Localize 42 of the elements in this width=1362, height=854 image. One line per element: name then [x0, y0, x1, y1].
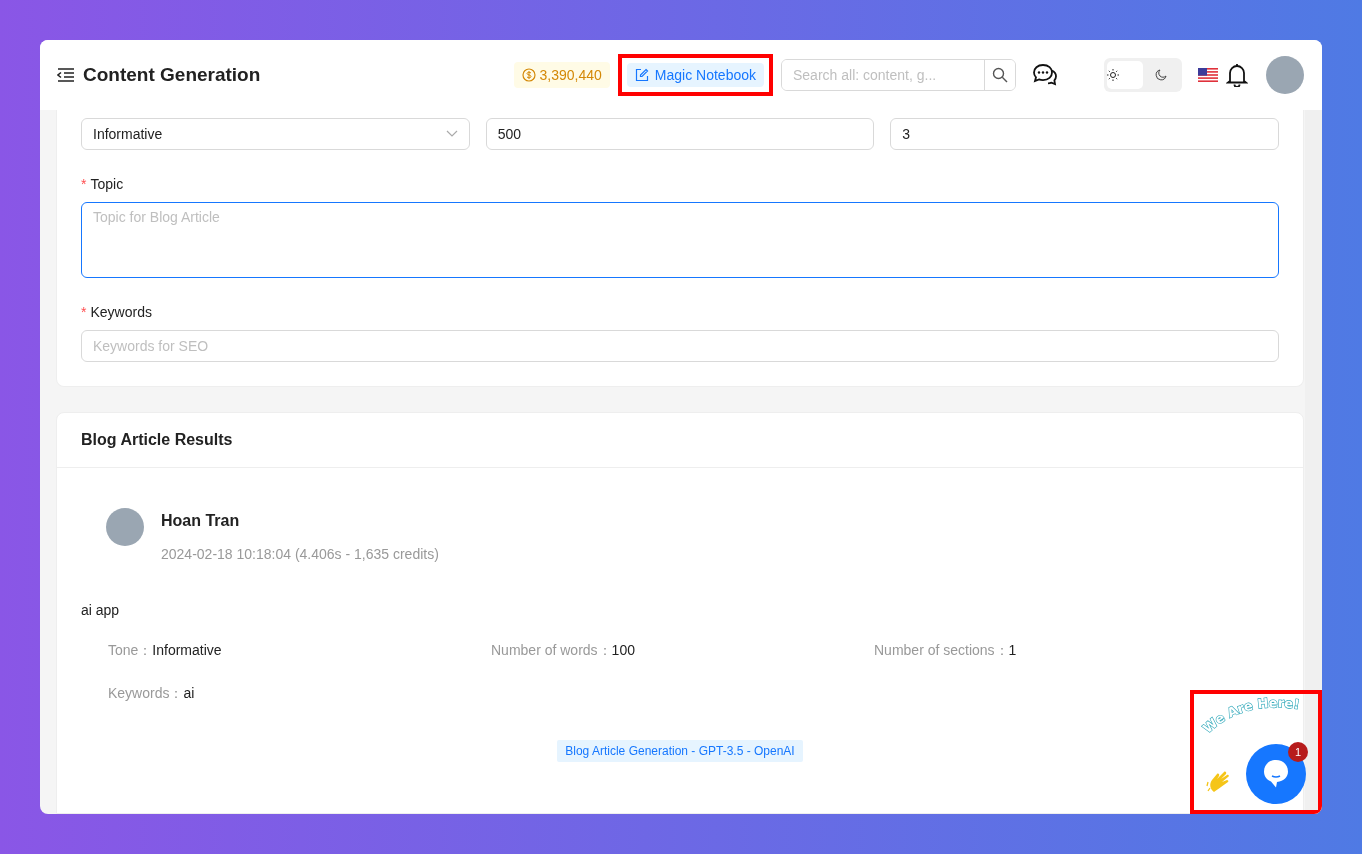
- bell-icon[interactable]: [1226, 63, 1248, 87]
- required-mark: *: [81, 304, 87, 320]
- sun-icon: [1107, 69, 1119, 81]
- detail-value: ai: [183, 685, 195, 701]
- theme-option[interactable]: [1107, 61, 1143, 89]
- credits-amount: 3,390,440: [539, 67, 602, 83]
- chevron-down-icon: [445, 130, 458, 138]
- search-field[interactable]: Search all: content, g...: [781, 59, 1016, 91]
- edit-icon: [634, 68, 649, 82]
- search-button[interactable]: [984, 60, 1015, 90]
- avatar: [106, 508, 144, 546]
- detail-value: 1: [1008, 642, 1017, 658]
- magic-notebook-button[interactable]: Magic Notebook: [626, 63, 764, 87]
- prompt-text: ai app: [81, 602, 121, 618]
- field-label: Keywords: [90, 304, 152, 320]
- curved-caption: We Are Here!: [1194, 694, 1318, 740]
- menu-fold-icon[interactable]: [57, 68, 75, 82]
- moon-icon: [1155, 69, 1167, 81]
- author-name: Hoan Tran: [161, 512, 241, 530]
- page-title: Content Generation: [83, 64, 261, 86]
- tone-select[interactable]: Informative: [81, 118, 470, 150]
- us-flag-icon: [1198, 68, 1218, 82]
- coin-icon: [521, 68, 536, 82]
- model-tag: Blog Article Generation - GPT-3.5 - OpenAI: [557, 740, 803, 762]
- detail-value: Informative: [152, 642, 222, 658]
- topic-textarea[interactable]: Topic for Blog Article: [81, 202, 1279, 278]
- number-input[interactable]: 3: [890, 118, 1279, 150]
- detail-label: Keywords：: [108, 685, 184, 701]
- detail-label: Number of words：: [491, 642, 612, 658]
- detail-label: Tone：: [108, 642, 153, 658]
- number-input[interactable]: 500: [485, 118, 875, 150]
- field-label: Topic: [90, 176, 124, 192]
- detail-value: 100: [611, 642, 635, 658]
- panel-title: Blog Article Results: [57, 413, 1303, 468]
- search-icon: [992, 67, 1008, 83]
- chat-bubbles-icon[interactable]: [1032, 63, 1058, 87]
- detail-label: Number of sections：: [874, 642, 1009, 658]
- required-mark: *: [81, 176, 87, 192]
- chat-icon: [1262, 759, 1290, 789]
- select-value: Informative: [93, 126, 163, 142]
- keywords-input[interactable]: Keywords for SEO: [81, 330, 1279, 362]
- timestamp: 2024-02-18 10:18:04 (4.406s - 1,635 credits): [161, 546, 439, 562]
